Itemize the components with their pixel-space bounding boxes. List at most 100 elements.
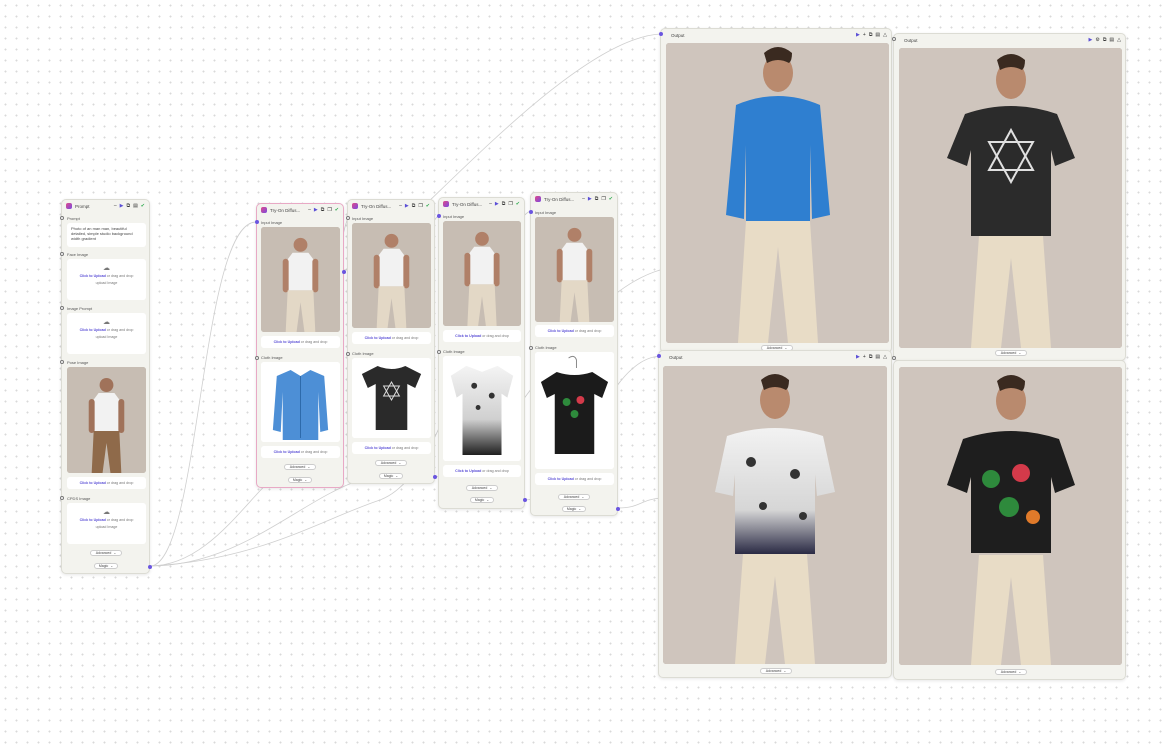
play-icon[interactable]: ▶	[856, 32, 860, 38]
link-icon[interactable]: ⧉	[126, 203, 130, 209]
add-icon[interactable]: +	[863, 32, 866, 38]
input-upload-bar[interactable]: Click to Upload or drag and drop	[261, 336, 340, 348]
warning-icon[interactable]: △	[1117, 37, 1121, 43]
output-node-3[interactable]: Output ▶ + ⧉ ▤ △ Advanced ⌄	[657, 350, 892, 678]
advanced-select[interactable]: Advanced ⌄	[375, 460, 407, 466]
input-port[interactable]	[657, 354, 661, 358]
output-port[interactable]	[148, 565, 152, 569]
face-port[interactable]	[60, 252, 64, 256]
output-node-1[interactable]: Output ▶ + ⧉ ▤ △ Advanced ⌄	[659, 28, 892, 353]
input-upload-bar[interactable]: Click to Upload or drag and drop	[535, 325, 614, 337]
upload-action[interactable]: Click to Upload	[80, 518, 106, 522]
output-port[interactable]	[342, 270, 346, 274]
tryon-node-3[interactable]: Try-On Diffus... – ▶ ⧉ ❐ ✔ Input Image C…	[437, 197, 527, 509]
upload-action[interactable]: Click to Upload	[80, 481, 106, 485]
play-icon[interactable]: ▶	[856, 354, 860, 360]
advanced-select[interactable]: Advanced ⌄	[284, 464, 316, 470]
delete-icon[interactable]: ▤	[875, 354, 880, 360]
stop-icon[interactable]: –	[489, 201, 492, 207]
cloth-port[interactable]	[255, 356, 259, 360]
input-port[interactable]	[437, 214, 441, 218]
stop-icon[interactable]: –	[114, 203, 117, 209]
cpds-upload-area[interactable]: ☁ Click to Upload or drag and drop uploa…	[67, 503, 146, 544]
play-icon[interactable]: ▶	[495, 201, 499, 207]
advanced-select[interactable]: Advanced ⌄	[995, 350, 1027, 356]
output-port[interactable]	[433, 475, 437, 479]
pose-upload-bar[interactable]: Click to Upload or drag and drop	[67, 477, 146, 489]
advanced-select[interactable]: Advanced ⌄	[90, 550, 122, 556]
upload-action[interactable]: Click to Upload	[548, 477, 574, 481]
upload-action[interactable]: Click to Upload	[80, 274, 106, 278]
cpds-port[interactable]	[60, 496, 64, 500]
link-icon[interactable]: ⧉	[321, 207, 325, 213]
advanced-select[interactable]: Advanced ⌄	[995, 669, 1027, 675]
cloth-upload-bar[interactable]: Click to Upload or drag and drop	[443, 465, 521, 477]
image-prompt-upload-area[interactable]: ☁ Click to Upload or drag and drop uploa…	[67, 313, 146, 354]
advanced-select[interactable]: Advanced ⌄	[760, 668, 792, 674]
settings-icon[interactable]: ⚙	[1095, 37, 1099, 43]
magic-select[interactable]: Magic ⌄	[94, 563, 118, 569]
stop-icon[interactable]: –	[582, 196, 585, 202]
input-port[interactable]	[892, 356, 896, 360]
add-icon[interactable]: +	[863, 354, 866, 360]
upload-action[interactable]: Click to Upload	[365, 336, 391, 340]
input-port[interactable]	[892, 37, 896, 41]
input-port[interactable]	[659, 32, 663, 36]
copy-icon[interactable]: ❐	[601, 196, 605, 202]
link-icon[interactable]: ⧉	[502, 201, 506, 207]
face-upload-area[interactable]: ☁ Click to Upload or drag and drop uploa…	[67, 259, 146, 300]
delete-icon[interactable]: ▤	[1109, 37, 1114, 43]
delete-icon[interactable]: ▤	[875, 32, 880, 38]
upload-action[interactable]: Click to Upload	[455, 469, 481, 473]
link-icon[interactable]: ⧉	[595, 196, 599, 202]
pose-port[interactable]	[60, 360, 64, 364]
cloth-upload-bar[interactable]: Click to Upload or drag and drop	[352, 442, 431, 454]
upload-action[interactable]: Click to Upload	[274, 340, 300, 344]
cloth-upload-bar[interactable]: Click to Upload or drag and drop	[535, 473, 614, 485]
upload-action[interactable]: Click to Upload	[274, 450, 300, 454]
output-port[interactable]	[616, 507, 620, 511]
stop-icon[interactable]: –	[399, 203, 402, 209]
output-node-2[interactable]: Output ▶ ⚙ ⧉ ▤ △ Advanced ⌄	[892, 33, 1126, 361]
magic-select[interactable]: Magic ⌄	[470, 497, 494, 503]
link-icon[interactable]: ⧉	[869, 354, 873, 360]
play-icon[interactable]: ▶	[1088, 37, 1092, 43]
cloth-port[interactable]	[529, 346, 533, 350]
tryon-node-1[interactable]: Try-On Diffus... – ▶ ⧉ ❐ ✔ Input Image C…	[255, 203, 346, 488]
delete-icon[interactable]: ▤	[133, 203, 138, 209]
cloth-port[interactable]	[346, 352, 350, 356]
output-port[interactable]	[523, 498, 527, 502]
prompt-port[interactable]	[60, 216, 64, 220]
upload-action[interactable]: Click to Upload	[548, 329, 574, 333]
copy-icon[interactable]: ❐	[327, 207, 331, 213]
advanced-select[interactable]: Advanced ⌄	[558, 494, 590, 500]
link-icon[interactable]: ⧉	[412, 203, 416, 209]
advanced-select[interactable]: Advanced ⌄	[466, 485, 498, 491]
tryon-node-2[interactable]: Try-On Diffus... – ▶ ⧉ ❐ ✔ Input Image C…	[346, 199, 437, 484]
magic-select[interactable]: Magic ⌄	[288, 477, 312, 483]
cloth-port[interactable]	[437, 350, 441, 354]
image-prompt-port[interactable]	[60, 306, 64, 310]
upload-action[interactable]: Click to Upload	[80, 328, 106, 332]
input-upload-bar[interactable]: Click to Upload or drag and drop	[352, 332, 431, 344]
play-icon[interactable]: ▶	[120, 203, 124, 209]
prompt-textarea[interactable]: Photo of an man man, beautiful detailed,…	[67, 223, 146, 247]
link-icon[interactable]: ⧉	[869, 32, 873, 38]
play-icon[interactable]: ▶	[588, 196, 592, 202]
upload-action[interactable]: Click to Upload	[365, 446, 391, 450]
upload-action[interactable]: Click to Upload	[455, 334, 481, 338]
play-icon[interactable]: ▶	[314, 207, 318, 213]
input-upload-bar[interactable]: Click to Upload or drag and drop	[443, 330, 521, 342]
magic-select[interactable]: Magic ⌄	[562, 506, 586, 512]
prompt-node[interactable]: Prompt – ▶ ⧉ ▤ ✔ Prompt Photo of an man …	[60, 199, 152, 574]
stop-icon[interactable]: –	[308, 207, 311, 213]
input-port[interactable]	[529, 210, 533, 214]
warning-icon[interactable]: △	[883, 32, 887, 38]
copy-icon[interactable]: ❐	[418, 203, 422, 209]
magic-select[interactable]: Magic ⌄	[379, 473, 403, 479]
play-icon[interactable]: ▶	[405, 203, 409, 209]
input-port[interactable]	[255, 220, 259, 224]
link-icon[interactable]: ⧉	[1103, 37, 1107, 43]
input-port[interactable]	[346, 216, 350, 220]
copy-icon[interactable]: ❐	[508, 201, 512, 207]
